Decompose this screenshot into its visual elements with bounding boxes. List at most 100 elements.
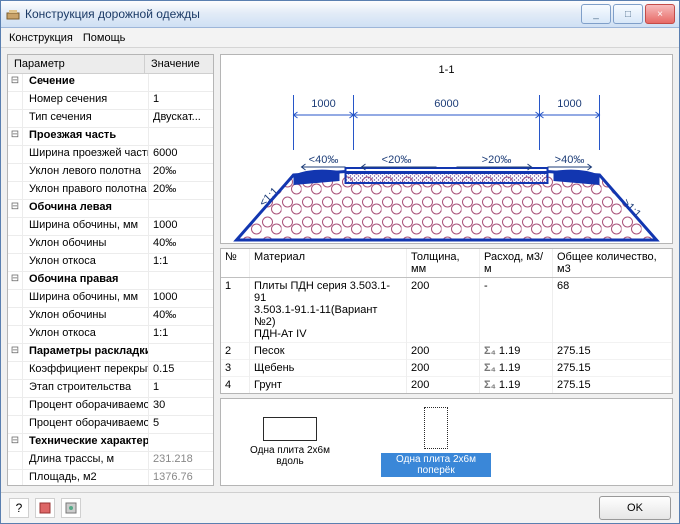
- propgrid-row[interactable]: ⊟Проезжая часть: [8, 128, 213, 146]
- indent-cell: [8, 110, 23, 127]
- propgrid-label: Площадь, м2: [23, 470, 149, 485]
- propgrid-label: Параметры раскладки: [23, 344, 149, 361]
- maximize-button[interactable]: □: [613, 4, 643, 24]
- propgrid-row[interactable]: Уклон откоса1:1: [8, 254, 213, 272]
- propgrid-value: [149, 434, 213, 451]
- menu-help[interactable]: Помощь: [83, 32, 126, 44]
- table-row[interactable]: 2Песок200Σ₄ 1.19275.15: [221, 343, 672, 360]
- indent-cell: [8, 146, 23, 163]
- indent-cell: [8, 416, 23, 433]
- propgrid-row[interactable]: Ширина проезжей части, мм6000: [8, 146, 213, 164]
- propgrid-value[interactable]: 231.218: [149, 452, 213, 469]
- propgrid-value[interactable]: 6000: [149, 146, 213, 163]
- propgrid-value: [149, 272, 213, 289]
- table-cell: Песок: [250, 343, 407, 360]
- propgrid-value[interactable]: 40‰: [149, 308, 213, 325]
- menu-construction[interactable]: Конструкция: [9, 32, 73, 44]
- propgrid-body[interactable]: ⊟СечениеНомер сечения1Тип сеченияДвускат…: [8, 74, 213, 485]
- indent-cell: [8, 254, 23, 271]
- propgrid-header-param: Параметр: [8, 55, 145, 73]
- table-cell: 4: [221, 377, 250, 394]
- propgrid-value[interactable]: 40‰: [149, 236, 213, 253]
- table-cell: Σ₄ 1.19: [480, 343, 553, 360]
- indent-cell: [8, 218, 23, 235]
- propgrid-value[interactable]: 1000: [149, 218, 213, 235]
- propgrid-row[interactable]: Длина трассы, м231.218: [8, 452, 213, 470]
- table-cell: Σ₄ 1.19: [480, 360, 553, 377]
- tool-icon-2[interactable]: [61, 498, 81, 518]
- propgrid-row[interactable]: Уклон правого полотна20‰: [8, 182, 213, 200]
- footer-bar: ? OK: [1, 492, 679, 523]
- propgrid-row[interactable]: Уклон обочины40‰: [8, 236, 213, 254]
- propgrid-row[interactable]: Этап строительства1: [8, 380, 213, 398]
- propgrid-row[interactable]: ⊟Обочина правая: [8, 272, 213, 290]
- propgrid-value[interactable]: 1:1: [149, 254, 213, 271]
- slope-outer-right: >40‰: [555, 154, 585, 166]
- indent-cell: [8, 470, 23, 485]
- propgrid-label: Уклон левого полотна: [23, 164, 149, 181]
- slab-option-along[interactable]: Одна плита 2x6м вдоль: [235, 417, 345, 467]
- table-row[interactable]: 3Щебень200Σ₄ 1.19275.15: [221, 360, 672, 377]
- slab-caption-across: Одна плита 2x6м поперёк: [381, 453, 491, 477]
- propgrid-label: Тип сечения: [23, 110, 149, 127]
- close-button[interactable]: ×: [645, 4, 675, 24]
- expand-toggle-icon[interactable]: ⊟: [8, 344, 23, 361]
- propgrid-label: Уклон откоса: [23, 326, 149, 343]
- propgrid-value[interactable]: 1: [149, 380, 213, 397]
- app-icon: [5, 6, 21, 22]
- tool-icon-1[interactable]: [35, 498, 55, 518]
- cross-section-drawing: 1-1 1000 6000 1000: [221, 55, 672, 287]
- table-row[interactable]: 4Грунт200Σ₄ 1.19275.15: [221, 377, 672, 394]
- propgrid-row[interactable]: Коэффициент перекрытия0.15: [8, 362, 213, 380]
- expand-toggle-icon[interactable]: ⊟: [8, 272, 23, 289]
- propgrid-row[interactable]: ⊟Сечение: [8, 74, 213, 92]
- table-cell: 200: [407, 360, 480, 377]
- dim-left: 1000: [311, 98, 335, 110]
- indent-cell: [8, 362, 23, 379]
- propgrid-header: Параметр Значение: [8, 55, 213, 74]
- indent-cell: [8, 92, 23, 109]
- propgrid-value[interactable]: 5: [149, 416, 213, 433]
- right-pane: 1-1 1000 6000 1000: [220, 54, 673, 486]
- help-icon[interactable]: ?: [9, 498, 29, 518]
- propgrid-row[interactable]: Номер сечения1: [8, 92, 213, 110]
- propgrid-row[interactable]: ⊟Обочина левая: [8, 200, 213, 218]
- propgrid-value[interactable]: 0.15: [149, 362, 213, 379]
- ok-button[interactable]: OK: [599, 496, 671, 520]
- table-cell: 275.15: [553, 360, 672, 377]
- propgrid-row[interactable]: Уклон откоса1:1: [8, 326, 213, 344]
- propgrid-row[interactable]: Процент оборачиваемости 1, %30: [8, 398, 213, 416]
- propgrid-value: [149, 344, 213, 361]
- propgrid-row[interactable]: ⊟Технические характеристики: [8, 434, 213, 452]
- slope-outer-left: <40‰: [309, 154, 339, 166]
- propgrid-row[interactable]: ⊟Параметры раскладки: [8, 344, 213, 362]
- propgrid-label: Уклон обочины: [23, 236, 149, 253]
- table-row[interactable]: 1Плиты ПДН серия 3.503.1-913.503.1-91.1-…: [221, 278, 672, 343]
- expand-toggle-icon[interactable]: ⊟: [8, 200, 23, 217]
- propgrid-value[interactable]: 20‰: [149, 182, 213, 199]
- propgrid-header-value: Значение: [145, 55, 213, 73]
- propgrid-value[interactable]: Двускат...: [149, 110, 213, 127]
- propgrid-row[interactable]: Уклон обочины40‰: [8, 308, 213, 326]
- table-cell: 200: [407, 377, 480, 394]
- slab-option-across[interactable]: Одна плита 2x6м поперёк: [381, 407, 491, 477]
- propgrid-value[interactable]: 1:1: [149, 326, 213, 343]
- propgrid-row[interactable]: Уклон левого полотна20‰: [8, 164, 213, 182]
- expand-toggle-icon[interactable]: ⊟: [8, 74, 23, 91]
- propgrid-row[interactable]: Тип сеченияДвускат...: [8, 110, 213, 128]
- propgrid-value[interactable]: 1000: [149, 290, 213, 307]
- propgrid-value[interactable]: 20‰: [149, 164, 213, 181]
- table-cell: Плиты ПДН серия 3.503.1-913.503.1-91.1-1…: [250, 278, 407, 343]
- expand-toggle-icon[interactable]: ⊟: [8, 434, 23, 451]
- window-title: Конструкция дорожной одежды: [25, 7, 581, 21]
- minimize-button[interactable]: _: [581, 4, 611, 24]
- expand-toggle-icon[interactable]: ⊟: [8, 128, 23, 145]
- propgrid-row[interactable]: Процент оборачиваемости 2, %5: [8, 416, 213, 434]
- propgrid-value[interactable]: 1: [149, 92, 213, 109]
- propgrid-row[interactable]: Ширина обочины, мм1000: [8, 290, 213, 308]
- propgrid-row[interactable]: Ширина обочины, мм1000: [8, 218, 213, 236]
- propgrid-value[interactable]: 1376.76: [149, 470, 213, 485]
- propgrid-label: Ширина проезжей части, мм: [23, 146, 149, 163]
- propgrid-value[interactable]: 30: [149, 398, 213, 415]
- propgrid-row[interactable]: Площадь, м21376.76: [8, 470, 213, 485]
